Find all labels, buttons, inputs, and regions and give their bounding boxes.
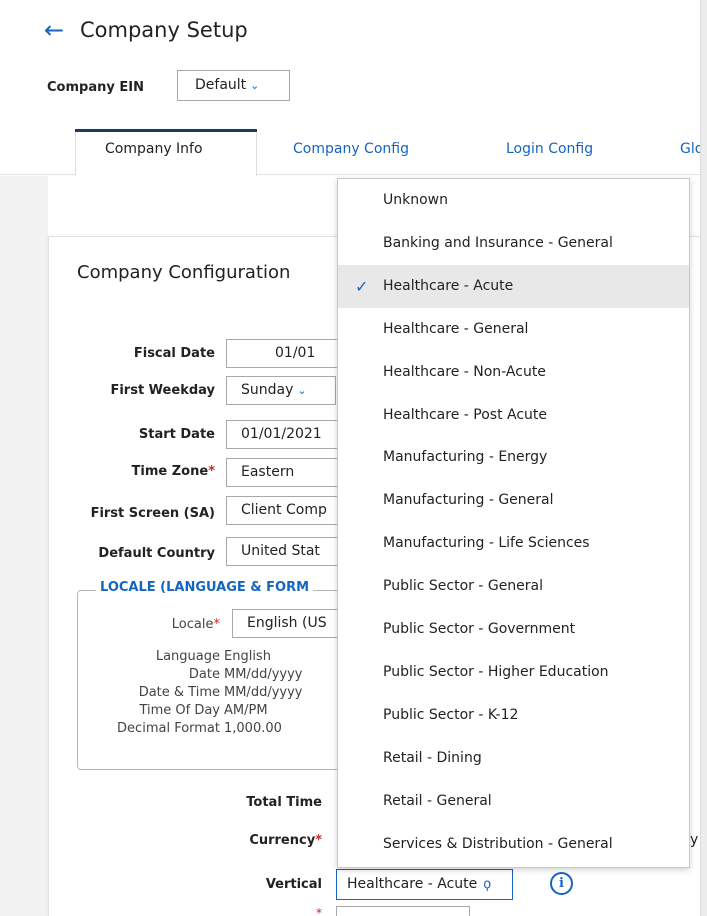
dropdown-option-label: Public Sector - Higher Education <box>383 663 609 680</box>
dropdown-option[interactable]: Public Sector - Government <box>338 608 689 651</box>
time-of-day-value: AM/PM <box>224 703 268 718</box>
required-mark: * <box>213 617 221 632</box>
dropdown-option-label: Banking and Insurance - General <box>383 234 613 251</box>
dropdown-option-label: Unknown <box>383 192 448 208</box>
dropdown-option[interactable]: Public Sector - General <box>338 565 689 608</box>
time-zone-select[interactable]: Eastern <box>226 458 346 487</box>
page: ← Company Setup Company EIN Default ⌄ Com… <box>0 0 707 916</box>
dropdown-option[interactable]: Retail - General <box>338 780 689 823</box>
locale-legend: LOCALE (LANGUAGE & FORM <box>96 580 314 595</box>
right-edge <box>700 0 707 916</box>
first-screen-label: First Screen (SA) <box>90 506 215 521</box>
fiscal-date-value: 01/01 <box>275 345 316 361</box>
dropdown-option[interactable]: Retail - Dining <box>338 737 689 780</box>
start-date-label: Start Date <box>138 427 215 442</box>
language-value: English <box>224 649 271 664</box>
dropdown-option-label: Services & Distribution - General <box>383 835 613 852</box>
total-time-label: Total Time <box>246 795 322 810</box>
vertical-dropdown-list: Unknown Banking and Insurance - General ✓ H… <box>337 178 690 868</box>
vertical-label: Vertical <box>265 877 322 892</box>
check-icon: ✓ <box>355 276 369 296</box>
dropdown-option[interactable]: Manufacturing - General <box>338 479 689 522</box>
dropdown-option[interactable]: Banking and Insurance - General <box>338 222 689 265</box>
dropdown-option[interactable]: Services & Distribution - General <box>338 823 689 866</box>
vertical-select[interactable]: Healthcare - Acute ϙ <box>336 869 513 900</box>
time-zone-label: Time Zone* <box>95 464 215 479</box>
tab-company-config[interactable]: Company Config <box>293 141 409 157</box>
dropdown-option-label: Retail - General <box>383 792 492 809</box>
dropdown-option-label: Public Sector - General <box>383 578 544 595</box>
company-ein-value: Default <box>195 77 247 93</box>
decimal-format-value: 1,000.00 <box>224 721 282 736</box>
first-screen-value: Client Comp <box>241 502 327 518</box>
dropdown-option-label: Healthcare - Acute <box>383 277 514 294</box>
truncated-text: y <box>690 832 699 848</box>
card-title: Company Configuration <box>77 262 291 283</box>
dropdown-option[interactable]: Public Sector - K-12 <box>338 694 689 737</box>
fiscal-date-input[interactable]: 01/01 <box>226 339 346 368</box>
tab-company-info[interactable]: Company Info <box>105 141 203 157</box>
tab-active-indicator <box>75 129 257 132</box>
date-label: Date <box>188 667 220 682</box>
dropdown-option[interactable]: Healthcare - Post Acute <box>338 394 689 437</box>
company-ein-select[interactable]: Default ⌄ <box>177 70 290 101</box>
dropdown-option[interactable]: Manufacturing - Life Sciences <box>338 522 689 565</box>
currency-label-text: Currency <box>249 833 316 848</box>
first-weekday-label: First Weekday <box>110 383 215 398</box>
dropdown-option[interactable]: Healthcare - Non-Acute <box>338 351 689 394</box>
chevron-down-icon: ⌄ <box>297 384 307 397</box>
required-mark: * <box>208 464 215 479</box>
required-mark: * <box>316 906 322 916</box>
start-date-input[interactable]: 01/01/2021 <box>226 420 346 449</box>
locale-label-text: Locale <box>171 617 214 632</box>
fork-icon: ϙ <box>483 877 492 892</box>
date-time-value: MM/dd/yyyy <box>224 685 303 700</box>
locale-label: Locale* <box>110 617 220 632</box>
dropdown-option-label: Public Sector - Government <box>383 621 576 637</box>
dropdown-option-label: Healthcare - General <box>383 320 529 337</box>
back-arrow-icon[interactable]: ← <box>44 16 64 44</box>
next-field-input[interactable] <box>336 906 470 916</box>
dropdown-option-label: Healthcare - Post Acute <box>383 406 548 423</box>
background-strip <box>0 176 48 916</box>
default-country-label: Default Country <box>98 546 215 561</box>
language-label: Language <box>155 649 220 664</box>
currency-label: Currency* <box>180 833 322 848</box>
first-weekday-value: Sunday <box>241 382 294 398</box>
company-ein-label: Company EIN <box>47 80 144 95</box>
date-value: MM/dd/yyyy <box>224 667 303 682</box>
decimal-format-label: Decimal Format <box>117 721 220 736</box>
dropdown-option[interactable]: Unknown <box>338 179 689 222</box>
dropdown-option-label: Manufacturing - General <box>383 492 554 509</box>
default-country-select[interactable]: United Stat <box>226 537 346 566</box>
fiscal-date-label: Fiscal Date <box>133 346 215 361</box>
dropdown-option-label: Retail - Dining <box>383 749 482 766</box>
dropdown-option[interactable]: Healthcare - General <box>338 308 689 351</box>
dropdown-option-label: Healthcare - Non-Acute <box>383 363 546 380</box>
default-country-value: United Stat <box>241 543 320 559</box>
tab-login-config[interactable]: Login Config <box>506 141 593 157</box>
date-time-label: Date & Time <box>138 685 220 700</box>
time-zone-value: Eastern <box>241 464 295 480</box>
chevron-down-icon: ⌄ <box>250 79 260 92</box>
time-of-day-label: Time Of Day <box>139 703 220 718</box>
first-weekday-select[interactable]: Sunday ⌄ <box>226 376 336 405</box>
dropdown-option[interactable]: ✓ Healthcare - Acute <box>338 264 689 308</box>
dropdown-option-label: Public Sector - K-12 <box>383 706 519 723</box>
locale-value: English (US <box>247 615 327 631</box>
required-mark: * <box>315 833 322 848</box>
dropdown-option-label: Manufacturing - Energy <box>383 449 548 466</box>
dropdown-option[interactable]: Public Sector - Higher Education <box>338 651 689 694</box>
locale-select[interactable]: English (US <box>232 609 346 638</box>
first-screen-select[interactable]: Client Comp <box>226 496 346 525</box>
page-title: Company Setup <box>80 18 248 42</box>
dropdown-option[interactable]: Manufacturing - Energy <box>338 436 689 479</box>
start-date-value: 01/01/2021 <box>241 426 322 442</box>
time-zone-label-text: Time Zone <box>131 464 209 479</box>
vertical-value: Healthcare - Acute <box>347 876 478 892</box>
info-icon[interactable]: i <box>550 872 573 895</box>
dropdown-option-label: Manufacturing - Life Sciences <box>383 535 590 552</box>
